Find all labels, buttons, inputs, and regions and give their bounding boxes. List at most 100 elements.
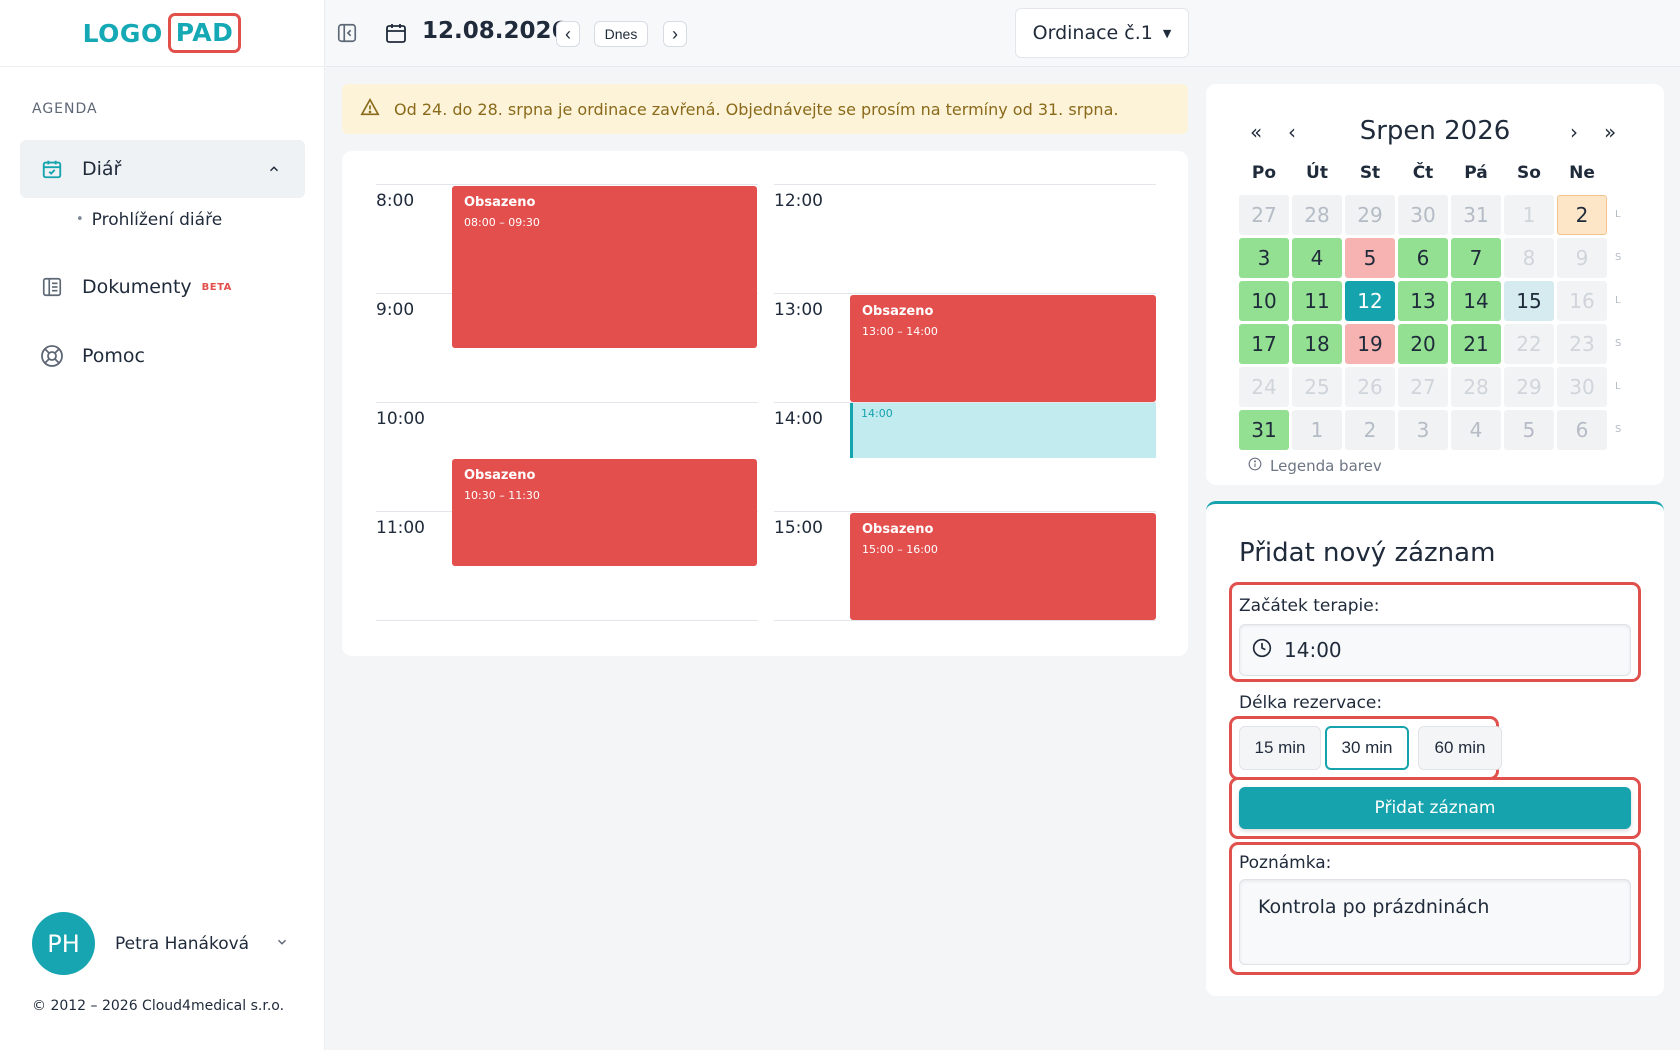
top-header: 12.08.2026 ‹ Dnes › Ordinace č.1 ▼ xyxy=(326,0,1680,67)
next-year-button[interactable]: » xyxy=(1604,120,1616,144)
week-tag: L xyxy=(1615,209,1621,220)
note-textarea[interactable]: Kontrola po prázdninách xyxy=(1239,879,1631,965)
next-day-button[interactable]: › xyxy=(663,21,687,47)
prev-day-button[interactable]: ‹ xyxy=(556,21,580,47)
calendar-day[interactable]: 7 xyxy=(1451,238,1501,278)
calendar-day[interactable]: 3 xyxy=(1239,238,1289,278)
calendar-day[interactable]: 14 xyxy=(1451,281,1501,321)
calendar-day[interactable]: 17 xyxy=(1239,324,1289,364)
calendar-day[interactable]: 1 xyxy=(1504,195,1554,235)
selected-slot[interactable]: 14:00 xyxy=(850,403,1156,458)
calendar-check-icon xyxy=(40,157,64,181)
calendar-day-selected[interactable]: 12 xyxy=(1345,281,1395,321)
calendar-day[interactable]: 13 xyxy=(1398,281,1448,321)
calendar-day[interactable]: 28 xyxy=(1292,195,1342,235)
duration-30-button[interactable]: 30 min xyxy=(1325,726,1409,770)
calendar-day[interactable]: 10 xyxy=(1239,281,1289,321)
calendar-day[interactable]: 5 xyxy=(1504,410,1554,450)
calendar-day[interactable]: 4 xyxy=(1451,410,1501,450)
start-time-input[interactable]: 14:00 xyxy=(1239,624,1631,676)
duration-15-button[interactable]: 15 min xyxy=(1239,726,1321,770)
calendar-day[interactable]: 30 xyxy=(1557,367,1607,407)
calendar-day[interactable]: 27 xyxy=(1398,367,1448,407)
calendar-day[interactable]: 8 xyxy=(1504,238,1554,278)
start-label: Začátek terapie: xyxy=(1239,596,1380,616)
calendar-day[interactable]: 5 xyxy=(1345,238,1395,278)
month-calendar: « ‹ Srpen 2026 › » Po Út St Čt Pá So Ne … xyxy=(1206,84,1664,485)
time-label: 9:00 xyxy=(376,300,415,320)
sidebar-subitem-prohlizeni[interactable]: • Prohlížení diáře xyxy=(76,210,222,230)
next-month-button[interactable]: › xyxy=(1570,120,1578,144)
clock-icon xyxy=(1252,638,1272,663)
slot-divider xyxy=(376,620,758,621)
logo[interactable]: LOGO PAD xyxy=(83,13,242,53)
week-tag: S xyxy=(1615,252,1622,263)
calendar-day[interactable]: 21 xyxy=(1451,324,1501,364)
calendar-day[interactable]: 4 xyxy=(1292,238,1342,278)
calendar-day[interactable]: 30 xyxy=(1398,195,1448,235)
slot-divider xyxy=(774,511,1156,512)
busy-event[interactable]: Obsazeno 13:00 – 14:00 xyxy=(850,295,1156,402)
calendar-icon[interactable] xyxy=(384,21,408,49)
calendar-day[interactable]: 27 xyxy=(1239,195,1289,235)
logo-text: LOGO xyxy=(82,18,163,48)
user-menu[interactable]: PH Petra Hanáková xyxy=(32,912,289,975)
calendar-day[interactable]: 22 xyxy=(1504,324,1554,364)
calendar-day[interactable]: 18 xyxy=(1292,324,1342,364)
closure-alert: Od 24. do 28. srpna je ordinace zavřená.… xyxy=(342,84,1188,134)
calendar-day[interactable]: 23 xyxy=(1557,324,1607,364)
slot-divider xyxy=(376,184,758,185)
calendar-day[interactable]: 9 xyxy=(1557,238,1607,278)
calendar-day[interactable]: 6 xyxy=(1557,410,1607,450)
calendar-day[interactable]: 15 xyxy=(1504,281,1554,321)
calendar-day[interactable]: 28 xyxy=(1451,367,1501,407)
calendar-day[interactable]: 29 xyxy=(1345,195,1395,235)
sidebar-toggle-icon[interactable] xyxy=(336,22,358,48)
logo-area: LOGO PAD xyxy=(0,0,324,67)
calendar-day[interactable]: 31 xyxy=(1451,195,1501,235)
week-tag: S xyxy=(1615,424,1622,435)
warning-icon xyxy=(360,97,380,120)
busy-event[interactable]: Obsazeno 15:00 – 16:00 xyxy=(850,513,1156,620)
room-select-value: Ordinace č.1 xyxy=(1032,22,1153,44)
add-record-button[interactable]: Přidat záznam xyxy=(1239,787,1631,829)
calendar-day[interactable]: 2 xyxy=(1557,195,1607,235)
sidebar-item-label: Dokumenty xyxy=(82,276,192,298)
sidebar-item-pomoc[interactable]: Pomoc xyxy=(20,327,305,385)
calendar-day[interactable]: 19 xyxy=(1345,324,1395,364)
calendar-day[interactable]: 20 xyxy=(1398,324,1448,364)
calendar-day[interactable]: 31 xyxy=(1239,410,1289,450)
calendar-day[interactable]: 11 xyxy=(1292,281,1342,321)
chevron-down-icon[interactable] xyxy=(275,934,289,953)
sidebar-item-label: Diář xyxy=(82,158,122,180)
sidebar-item-dokumenty[interactable]: Dokumenty BETA xyxy=(20,258,305,316)
room-select[interactable]: Ordinace č.1 ▼ xyxy=(1015,8,1189,58)
day-schedule: 8:00 9:00 10:00 11:00 12:00 13:00 14:00 … xyxy=(342,151,1188,656)
calendar-day[interactable]: 25 xyxy=(1292,367,1342,407)
calendar-day[interactable]: 2 xyxy=(1345,410,1395,450)
copyright: © 2012 – 2026 Cloud4medical s.r.o. xyxy=(32,998,285,1014)
calendar-day[interactable]: 24 xyxy=(1239,367,1289,407)
event-title: Obsazeno xyxy=(862,522,934,537)
today-button[interactable]: Dnes xyxy=(594,21,648,47)
calendar-day[interactable]: 1 xyxy=(1292,410,1342,450)
alert-text: Od 24. do 28. srpna je ordinace zavřená.… xyxy=(394,99,1119,119)
calendar-day[interactable]: 6 xyxy=(1398,238,1448,278)
chevron-up-icon[interactable] xyxy=(267,159,281,181)
calendar-day[interactable]: 3 xyxy=(1398,410,1448,450)
note-label: Poznámka: xyxy=(1239,853,1332,873)
duration-label: Délka rezervace: xyxy=(1239,693,1383,713)
current-date[interactable]: 12.08.2026 xyxy=(422,18,568,44)
duration-60-button[interactable]: 60 min xyxy=(1418,726,1502,770)
busy-event[interactable]: Obsazeno 10:30 – 11:30 xyxy=(452,459,757,566)
sidebar-item-diar[interactable]: Diář xyxy=(20,140,305,198)
busy-event[interactable]: Obsazeno 08:00 – 09:30 xyxy=(452,186,757,348)
color-legend-link[interactable]: Legenda barev xyxy=(1248,457,1382,475)
user-name: Petra Hanáková xyxy=(115,933,250,954)
calendar-day[interactable]: 29 xyxy=(1504,367,1554,407)
calendar-day[interactable]: 16 xyxy=(1557,281,1607,321)
legend-label: Legenda barev xyxy=(1270,457,1382,475)
weekday-label: St xyxy=(1359,163,1381,183)
avatar: PH xyxy=(32,912,95,975)
calendar-day[interactable]: 26 xyxy=(1345,367,1395,407)
